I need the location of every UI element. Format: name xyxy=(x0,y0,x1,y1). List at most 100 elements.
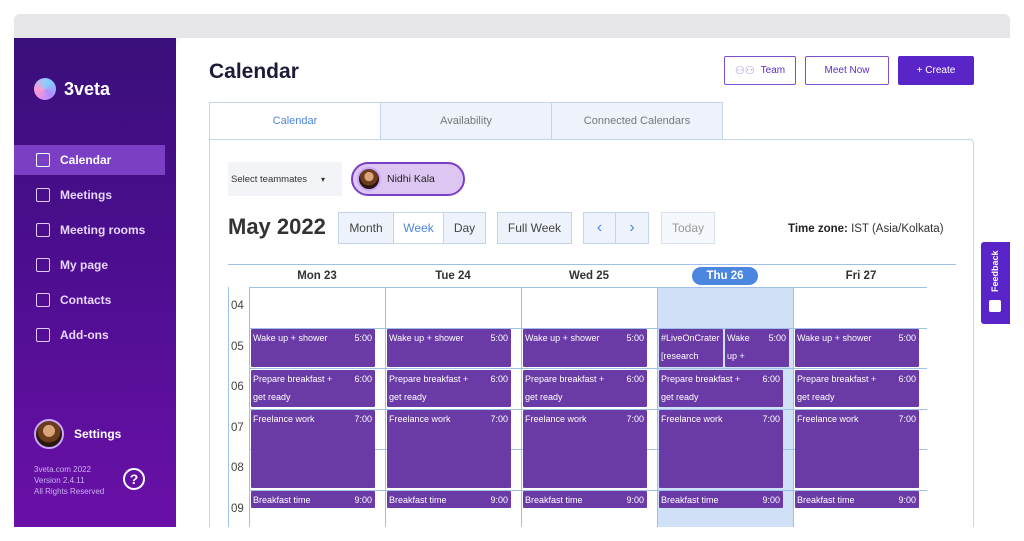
monitor-icon xyxy=(36,258,50,272)
event-time: 9:00 xyxy=(354,495,372,505)
calendar-event[interactable]: Breakfast time 9:00 xyxy=(387,491,511,509)
full-week-button[interactable]: Full Week xyxy=(498,213,571,243)
tab-connected-calendars[interactable]: Connected Calendars xyxy=(551,102,723,139)
sidebar-item-add-ons[interactable]: Add-ons xyxy=(14,320,176,350)
calendar-event[interactable]: Freelance work 7:00 xyxy=(251,410,375,488)
event-time: 5:00 xyxy=(768,333,786,343)
day-header-label: Tue 24 xyxy=(435,270,471,282)
view-month-button[interactable]: Month xyxy=(339,213,394,243)
calendar-event[interactable]: Wake up + shower5:00 xyxy=(387,329,511,367)
calendar-event[interactable]: Wake up + shower5:00 xyxy=(795,329,919,367)
event-title: Freelance work xyxy=(389,414,451,424)
settings-link[interactable]: Settings xyxy=(34,419,121,449)
view-switcher: Month Week Day xyxy=(338,212,486,244)
sidebar-item-meeting-rooms[interactable]: Meeting rooms xyxy=(14,215,176,245)
event-time: 9:00 xyxy=(626,495,644,505)
event-title: Prepare breakfast + get ready xyxy=(389,373,469,402)
team-icon: ⚇⚇ xyxy=(734,65,755,77)
footer-line: Version 2.4.11 xyxy=(34,476,85,485)
create-button[interactable]: + Create xyxy=(898,56,974,85)
event-title: Breakfast time xyxy=(525,495,583,505)
event-time: 6:00 xyxy=(354,373,372,384)
day-header-label: Thu 26 xyxy=(692,267,758,285)
feedback-label: Feedback xyxy=(990,250,1000,292)
calendar-event[interactable]: Freelance work 7:00 xyxy=(659,410,783,488)
tab-availability[interactable]: Availability xyxy=(380,102,552,139)
calendar-event[interactable]: Prepare breakfast + get ready 6:00 xyxy=(659,369,783,407)
sidebar-footer: 3veta.com 2022 Version 2.4.11 All Rights… xyxy=(34,464,104,497)
full-week-toggle: Full Week xyxy=(497,212,572,244)
calendar-event[interactable]: Prepare breakfast + get ready 6:00 xyxy=(523,369,647,407)
event-title: Breakfast time xyxy=(661,495,719,505)
event-title: Wake up + shower xyxy=(389,333,464,343)
teammate-chip[interactable]: Nidhi Kala xyxy=(351,162,465,196)
feedback-icon xyxy=(989,300,1001,312)
sidebar-item-contacts[interactable]: Contacts xyxy=(14,285,176,315)
day-header-label: Mon 23 xyxy=(297,270,337,282)
event-title: Breakfast time xyxy=(253,495,311,505)
event-time: 6:00 xyxy=(626,373,644,384)
hour-label: 06 xyxy=(231,381,244,393)
calendar-event[interactable]: Wake up + shower5:00 xyxy=(251,329,375,367)
avatar xyxy=(34,419,64,449)
calendar-event[interactable]: Freelance work 7:00 xyxy=(795,410,919,488)
event-title: Freelance work xyxy=(525,414,587,424)
hour-label: 04 xyxy=(231,300,244,312)
event-time: 5:00 xyxy=(626,333,644,343)
event-title: Wake up + shower xyxy=(797,333,872,343)
teammates-select[interactable]: Select teammates ▾ xyxy=(228,162,342,196)
grid-edge xyxy=(228,287,229,527)
sidebar-item-my-page[interactable]: My page xyxy=(14,250,176,280)
brand-logo[interactable]: 3veta xyxy=(34,78,110,100)
calendar-event[interactable]: Freelance work 7:00 xyxy=(523,410,647,488)
event-time: 9:00 xyxy=(898,495,916,505)
meet-now-button[interactable]: Meet Now xyxy=(805,56,889,85)
tab-bar: Calendar Availability Connected Calendar… xyxy=(209,102,723,139)
calendar-event[interactable]: Breakfast time 9:00 xyxy=(659,491,783,509)
day-header: Wed 25 xyxy=(521,265,657,287)
page-title: Calendar xyxy=(209,60,299,83)
event-title: Freelance work xyxy=(253,414,315,424)
calendar-event[interactable]: Breakfast time 9:00 xyxy=(795,491,919,509)
calendar-event[interactable]: Prepare breakfast + get ready 6:00 xyxy=(795,369,919,407)
view-week-button[interactable]: Week xyxy=(394,213,444,243)
calendar-event[interactable]: Breakfast time 9:00 xyxy=(251,491,375,509)
browser-bar xyxy=(14,14,1010,38)
calendar-event[interactable]: Breakfast time 9:00 xyxy=(523,491,647,509)
help-icon[interactable]: ? xyxy=(123,468,145,490)
sidebar-item-meetings[interactable]: Meetings xyxy=(14,180,176,210)
today-button[interactable]: Today xyxy=(661,212,715,244)
team-button[interactable]: ⚇⚇ Team xyxy=(724,56,796,85)
sidebar-item-calendar[interactable]: Calendar xyxy=(14,145,165,175)
door-icon xyxy=(36,223,50,237)
prev-week-button[interactable]: ‹ xyxy=(584,213,616,243)
tab-calendar[interactable]: Calendar xyxy=(209,102,381,139)
hour-label: 08 xyxy=(231,462,244,474)
calendar-event[interactable]: Prepare breakfast + get ready 6:00 xyxy=(387,369,511,407)
feedback-tab[interactable]: Feedback xyxy=(981,242,1010,324)
calendar-event[interactable]: #LiveOnCrater [research well fo xyxy=(659,329,723,367)
brand-name: 3veta xyxy=(64,78,111,99)
event-time: 9:00 xyxy=(490,495,508,505)
day-header-label: Wed 25 xyxy=(568,270,610,282)
chevron-down-icon: ▾ xyxy=(321,174,326,184)
timezone-value: IST (Asia/Kolkata) xyxy=(851,223,944,235)
calendar-event[interactable]: Wake up + shower5:00 xyxy=(725,329,789,367)
calendar-event[interactable]: Freelance work 7:00 xyxy=(387,410,511,488)
event-time: 7:00 xyxy=(490,414,508,424)
day-header: Mon 23 xyxy=(249,265,385,287)
view-day-button[interactable]: Day xyxy=(444,213,485,243)
sidebar: 3veta Calendar Meetings Meeting rooms My… xyxy=(14,38,176,527)
event-title: Prepare breakfast + get ready xyxy=(797,373,877,402)
event-time: 7:00 xyxy=(762,414,780,424)
next-week-button[interactable]: › xyxy=(616,213,648,243)
event-time: 6:00 xyxy=(762,373,780,384)
hour-label: 09 xyxy=(231,502,244,515)
app-window: 3veta Calendar Meetings Meeting rooms My… xyxy=(14,38,1010,527)
calendar-event[interactable]: Prepare breakfast + get ready 6:00 xyxy=(251,369,375,407)
calendar-event[interactable]: Wake up + shower5:00 xyxy=(523,329,647,367)
event-title: Breakfast time xyxy=(389,495,447,505)
logo-icon xyxy=(34,78,56,100)
event-title: Prepare breakfast + get ready xyxy=(525,373,605,402)
month-title: May 2022 xyxy=(228,214,326,239)
